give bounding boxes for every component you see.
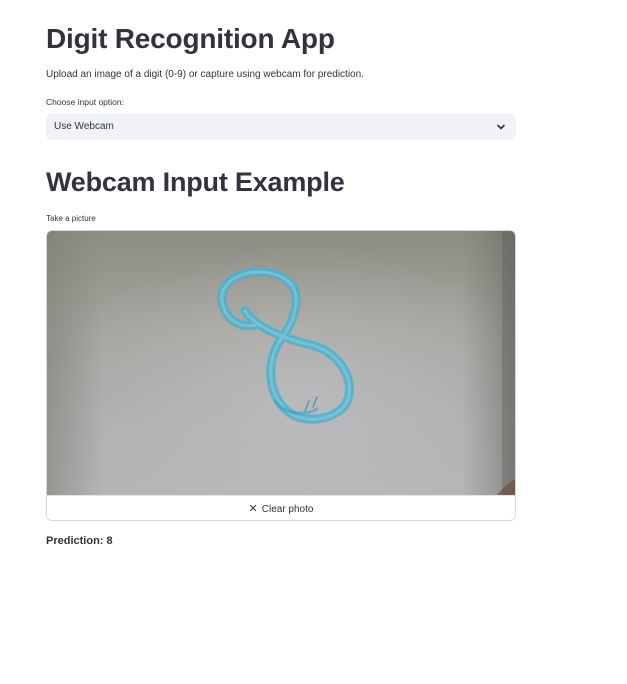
clear-photo-label: Clear photo [261, 504, 314, 515]
prediction-result: Prediction: 8 [46, 535, 113, 547]
page-description: Upload an image of a digit (0-9) or capt… [46, 69, 364, 80]
clear-photo-button[interactable]: ✕ Clear photo [47, 495, 515, 520]
input-option-label: Choose input option: [46, 97, 124, 107]
chevron-down-icon [497, 124, 505, 130]
camera-input: ✕ Clear photo [46, 230, 516, 521]
page-title: Digit Recognition App [46, 23, 335, 54]
camera-input-label: Take a picture [46, 214, 96, 223]
webcam-section-title: Webcam Input Example [46, 167, 345, 197]
input-option-value: Use Webcam [54, 121, 114, 132]
close-icon: ✕ [248, 503, 258, 515]
app-main: Digit Recognition App Upload an image of… [0, 0, 627, 684]
captured-photo [47, 231, 515, 495]
input-option-select[interactable]: Use Webcam [46, 114, 516, 140]
